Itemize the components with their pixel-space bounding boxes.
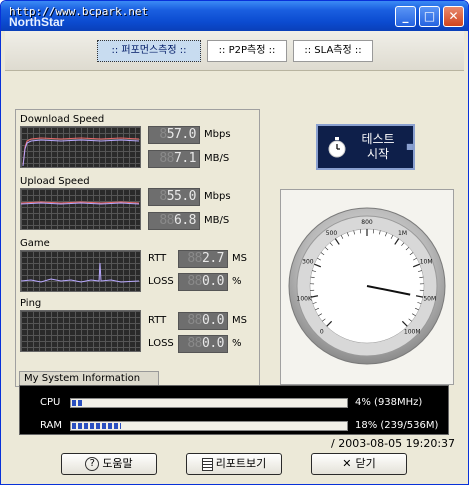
app-window: http://www.bcpark.net NorthStar _ □ ✕ ::…	[0, 0, 469, 485]
title-logo: NorthStar	[9, 15, 65, 29]
ping-loss-value: 0.0	[202, 336, 224, 351]
cpu-value: 4% (938MHz)	[355, 397, 423, 408]
download-rate-display: 857.0	[148, 126, 200, 144]
ping-loss-label: LOSS	[148, 338, 174, 349]
close-x-icon: ✕	[342, 457, 352, 470]
close-window-button[interactable]: ✕	[443, 6, 464, 27]
gauge-label: 100M	[404, 328, 421, 335]
close-label: 닫기	[355, 457, 376, 470]
minimize-button[interactable]: _	[395, 6, 416, 27]
tab-performance[interactable]: :: 퍼포먼스측정 ::	[97, 40, 201, 62]
gauge-label: 1M	[398, 230, 407, 237]
game-rtt-label: RTT	[148, 253, 167, 264]
gauge-label: 100K	[297, 295, 313, 302]
help-label: 도움말	[102, 457, 133, 470]
gauge-label: 0	[320, 328, 324, 335]
ping-rtt-display: 880.0	[178, 312, 228, 330]
tab-sla[interactable]: :: SLA측정 ::	[293, 40, 373, 62]
gauge-label: 300	[302, 259, 314, 266]
download-graph	[20, 126, 141, 168]
game-label: Game	[20, 238, 50, 249]
cpu-label: CPU	[40, 397, 61, 408]
game-loss-value: 0.0	[202, 274, 224, 289]
help-icon: ?	[85, 457, 100, 471]
game-rtt-unit: MS	[232, 253, 247, 264]
tab-p2p[interactable]: :: P2P측정 ::	[207, 40, 287, 62]
ping-rtt-label: RTT	[148, 315, 167, 326]
upload-rate-value: 55.0	[166, 189, 197, 204]
game-graph-line	[21, 262, 140, 283]
system-info-panel: CPU 4% (938MHz) RAM 18% (239/536M)	[19, 385, 449, 435]
game-loss-display: 880.0	[178, 273, 228, 291]
start-test-label: 테스트 시작	[361, 132, 395, 161]
ping-graph	[20, 310, 141, 352]
ping-label: Ping	[20, 298, 42, 309]
cpu-bar	[70, 398, 348, 408]
ram-label: RAM	[40, 420, 63, 431]
gauge-label: 800	[361, 219, 373, 226]
ping-rtt-value: 0.0	[202, 313, 224, 328]
main-content: :: 퍼포먼스측정 :: :: P2P측정 :: :: SLA측정 :: Dow…	[5, 31, 464, 482]
game-graph	[20, 250, 141, 292]
upload-rate-unit: Mbps	[204, 191, 231, 202]
download-label: Download Speed	[20, 114, 105, 125]
help-button[interactable]: ? 도움말	[61, 453, 157, 475]
ram-value: 18% (239/536M)	[355, 420, 439, 431]
maximize-button[interactable]: □	[419, 6, 440, 27]
system-info-title: My System Information	[19, 371, 159, 385]
gauge-panel: 0 100K 300 500 800 1M 10M 50M 100M	[280, 189, 454, 385]
upload-bytes-unit: MB/S	[204, 215, 230, 226]
button-dot-icon: ■	[406, 142, 414, 151]
game-rtt-value: 2.7	[202, 251, 224, 266]
download-bytes-unit: MB/S	[204, 153, 230, 164]
timestamp: / 2003-08-05 19:20:37	[331, 437, 456, 450]
tab-bar: :: 퍼포먼스측정 :: :: P2P측정 :: :: SLA측정 ::	[5, 31, 464, 71]
minimize-icon: _	[402, 9, 409, 23]
report-button[interactable]: 리포트보기	[186, 453, 282, 475]
ram-bar-fill	[72, 423, 121, 429]
game-loss-unit: %	[232, 276, 242, 287]
report-icon	[201, 457, 213, 471]
upload-label: Upload Speed	[20, 176, 90, 187]
cpu-bar-fill	[72, 400, 83, 406]
maximize-icon: □	[423, 9, 436, 23]
measurement-panel: Download Speed 857.0 Mbps 887.1 MB/S Upl…	[15, 109, 260, 387]
ping-loss-unit: %	[232, 338, 242, 349]
start-test-button[interactable]: 테스트 시작 ■	[316, 124, 415, 170]
download-graph-line	[22, 137, 140, 167]
game-loss-label: LOSS	[148, 276, 174, 287]
title-bar[interactable]: http://www.bcpark.net NorthStar _ □ ✕	[1, 1, 468, 31]
close-icon: ✕	[448, 9, 459, 23]
upload-graph-line	[21, 201, 140, 205]
download-rate-value: 57.0	[166, 127, 197, 142]
close-app-button[interactable]: ✕ 닫기	[311, 453, 407, 475]
stopwatch-icon	[328, 137, 346, 158]
gauge-label: 500	[326, 230, 338, 237]
upload-bytes-display: 886.8	[148, 212, 200, 230]
download-bytes-display: 887.1	[148, 150, 200, 168]
upload-bytes-value: 6.8	[174, 213, 196, 228]
upload-graph	[20, 188, 141, 230]
upload-rate-display: 855.0	[148, 188, 200, 206]
game-rtt-display: 882.7	[178, 250, 228, 268]
ping-rtt-unit: MS	[232, 315, 247, 326]
report-label: 리포트보기	[215, 457, 267, 470]
ram-bar	[70, 421, 348, 431]
gauge-label: 10M	[420, 259, 433, 266]
download-bytes-value: 7.1	[174, 151, 196, 166]
download-rate-unit: Mbps	[204, 129, 231, 140]
gauge-label: 50M	[423, 295, 436, 302]
ping-loss-display: 880.0	[178, 335, 228, 353]
speed-gauge: 0 100K 300 500 800 1M 10M 50M 100M	[288, 207, 446, 365]
